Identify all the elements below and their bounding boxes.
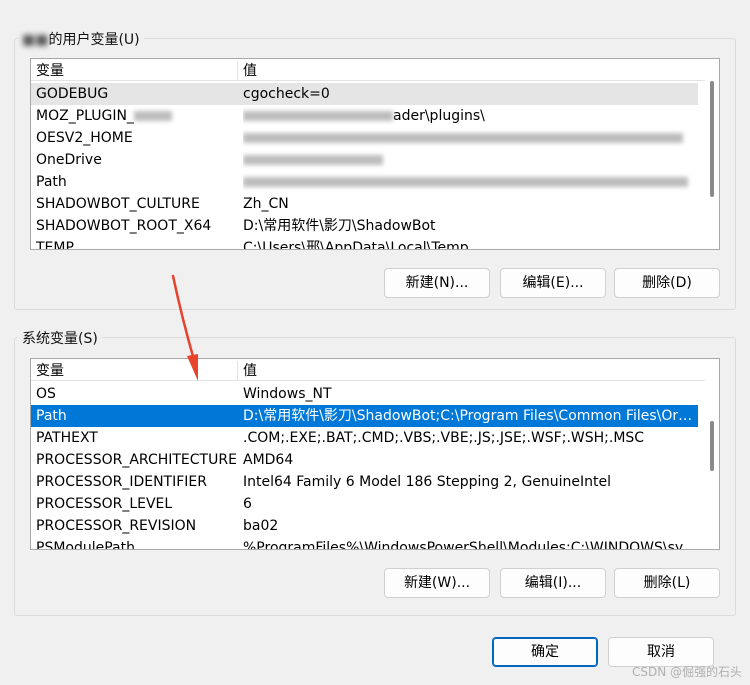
variable-value xyxy=(243,127,698,149)
system-var-row-path[interactable]: Path D:\常用软件\影刀\ShadowBot;C:\Program Fil… xyxy=(31,405,698,427)
user-new-button[interactable]: 新建(N)... xyxy=(384,268,490,298)
system-list-header: 变量 值 xyxy=(31,359,719,381)
system-var-row-processor-identifier[interactable]: PROCESSOR_IDENTIFIER Intel64 Family 6 Mo… xyxy=(31,471,698,493)
variable-value: Intel64 Family 6 Model 186 Stepping 2, G… xyxy=(243,474,612,490)
variable-value xyxy=(243,149,698,171)
variable-name: PROCESSOR_ARCHITECTURE xyxy=(36,452,236,468)
variable-value: 6 xyxy=(243,496,252,512)
redacted-text xyxy=(243,111,393,121)
user-list-header: 变量 值 xyxy=(31,59,719,81)
system-var-row-processor-revision[interactable]: PROCESSOR_REVISION ba02 xyxy=(31,515,698,537)
user-var-row-temp[interactable]: TEMP C:\Users\邢\AppData\Local\Temp xyxy=(31,237,698,250)
user-var-row-shadowbot-root[interactable]: SHADOWBOT_ROOT_X64 D:\常用软件\影刀\ShadowBot xyxy=(31,215,698,237)
watermark: CSDN @倔强的石头 xyxy=(631,665,742,679)
variable-value: D:\常用软件\影刀\ShadowBot;C:\Program Files\Co… xyxy=(243,408,698,424)
variable-name: PROCESSOR_LEVEL xyxy=(36,496,173,512)
variable-name: GODEBUG xyxy=(36,86,109,102)
variable-value: cgocheck=0 xyxy=(243,86,330,102)
variable-name: OS xyxy=(36,386,56,402)
variable-name: SHADOWBOT_CULTURE xyxy=(36,196,200,212)
variable-value: .COM;.EXE;.BAT;.CMD;.VBS;.VBE;.JS;.JSE;.… xyxy=(243,430,645,446)
variable-name: PROCESSOR_IDENTIFIER xyxy=(36,474,207,490)
system-delete-button[interactable]: 删除(L) xyxy=(614,568,720,598)
variable-value: ader\plugins\ xyxy=(243,105,698,127)
system-var-row-pathext[interactable]: PATHEXT .COM;.EXE;.BAT;.CMD;.VBS;.VBE;.J… xyxy=(31,427,698,449)
user-list-scrollbar[interactable] xyxy=(705,59,719,249)
column-header-variable[interactable]: 变量 xyxy=(31,361,238,381)
variable-name: PROCESSOR_REVISION xyxy=(36,518,197,534)
user-var-row-oesv2-home[interactable]: OESV2_HOME xyxy=(31,127,698,149)
variable-name: OESV2_HOME xyxy=(36,130,133,146)
user-var-row-path[interactable]: Path xyxy=(31,171,698,193)
variable-name: OneDrive xyxy=(36,152,102,168)
redacted-text xyxy=(243,133,683,143)
user-var-row-godebug[interactable]: GODEBUG cgocheck=0 xyxy=(31,83,698,105)
variable-value xyxy=(243,171,698,193)
redacted-text xyxy=(243,177,688,187)
variable-value: ba02 xyxy=(243,518,279,534)
system-var-row-os[interactable]: OS Windows_NT xyxy=(31,383,698,405)
system-var-row-processor-level[interactable]: PROCESSOR_LEVEL 6 xyxy=(31,493,698,515)
variable-name: PATHEXT xyxy=(36,430,98,446)
variable-value: %ProgramFiles%\WindowsPowerShell\Modules… xyxy=(243,540,698,550)
scrollbar-thumb[interactable] xyxy=(710,421,714,471)
user-var-row-moz-plugin[interactable]: MOZ_PLUGIN_ ader\plugins\ xyxy=(31,105,698,127)
redacted-text xyxy=(133,111,172,121)
system-variables-title: 系统变量(S) xyxy=(18,328,102,348)
system-var-row-processor-architecture[interactable]: PROCESSOR_ARCHITECTURE AMD64 xyxy=(31,449,698,471)
system-new-button[interactable]: 新建(W)... xyxy=(384,568,490,598)
user-variables-list[interactable]: 变量 值 GODEBUG cgocheck=0 MOZ_PLUGIN_ ader… xyxy=(30,58,720,250)
user-delete-button[interactable]: 删除(D) xyxy=(614,268,720,298)
scrollbar-thumb[interactable] xyxy=(710,81,714,197)
ok-button[interactable]: 确定 xyxy=(492,637,598,667)
variable-name: SHADOWBOT_ROOT_X64 xyxy=(36,218,212,234)
system-edit-button[interactable]: 编辑(I)... xyxy=(500,568,606,598)
variable-value: Windows_NT xyxy=(243,386,332,402)
user-edit-button[interactable]: 编辑(E)... xyxy=(500,268,606,298)
user-var-row-shadowbot-culture[interactable]: SHADOWBOT_CULTURE Zh_CN xyxy=(31,193,698,215)
user-var-row-onedrive[interactable]: OneDrive xyxy=(31,149,698,171)
redacted-username: ■■ xyxy=(22,32,49,48)
column-header-value[interactable]: 值 xyxy=(238,361,698,381)
system-variables-list[interactable]: 变量 值 OS Windows_NT Path D:\常用软件\影刀\Shado… xyxy=(30,358,720,550)
variable-name: PSModulePath xyxy=(36,540,135,550)
redacted-text xyxy=(243,155,383,165)
variable-value: Zh_CN xyxy=(243,196,289,212)
system-list-scrollbar[interactable] xyxy=(705,359,719,549)
system-var-row-psmodulepath[interactable]: PSModulePath %ProgramFiles%\WindowsPower… xyxy=(31,537,698,550)
variable-value: D:\常用软件\影刀\ShadowBot xyxy=(243,218,436,234)
variable-value: C:\Users\邢\AppData\Local\Temp xyxy=(243,240,469,250)
variable-name: TEMP xyxy=(36,240,74,250)
column-header-value[interactable]: 值 xyxy=(238,61,698,81)
variable-name: Path xyxy=(36,174,67,190)
variable-name: MOZ_PLUGIN_ xyxy=(36,105,236,127)
user-variables-title: ■■的用户变量(U) xyxy=(18,29,144,49)
variable-name: Path xyxy=(36,408,67,424)
variable-value: AMD64 xyxy=(243,452,294,468)
column-header-variable[interactable]: 变量 xyxy=(31,61,238,81)
